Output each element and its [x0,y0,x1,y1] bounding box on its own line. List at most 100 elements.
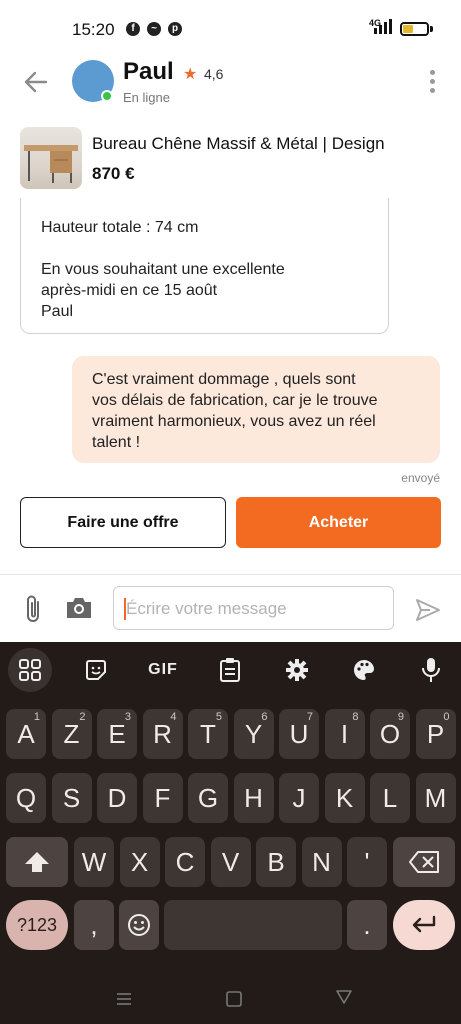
key-hint: 5 [215,711,222,723]
key-label: Z [63,718,80,749]
buy-button[interactable]: Acheter [236,497,441,548]
product-summary[interactable]: Bureau Chêne Massif & Métal | Design 870… [0,120,461,198]
paperclip-icon [27,595,39,622]
home-icon[interactable] [225,990,243,1008]
status-time: 15:20 [72,20,115,39]
shift-arrow-icon [25,852,49,872]
key-q[interactable]: Q [6,773,46,823]
key-apostrophe[interactable]: ' [347,837,387,887]
camera-button[interactable] [64,594,94,622]
key-f[interactable]: F [142,773,183,823]
back-button[interactable] [20,66,52,98]
key-b[interactable]: B [256,837,296,887]
battery-tip [430,26,433,32]
key-r[interactable]: R4 [142,709,183,759]
user-name[interactable]: Paul [123,58,174,86]
key-label: R [153,718,172,749]
key-s[interactable]: S [51,773,92,823]
more-options-button[interactable] [422,68,442,96]
key-t[interactable]: T5 [188,709,228,759]
key-c[interactable]: C [165,837,205,887]
send-button[interactable] [414,596,442,624]
message-line: Paul [41,303,74,320]
key-i[interactable]: I8 [324,709,365,759]
sticker-button[interactable] [74,650,118,690]
key-hint: 9 [397,711,404,723]
attach-button[interactable] [20,593,48,625]
key-label: Y [244,718,263,749]
message-composer: Écrire votre message [0,574,461,642]
key-n[interactable]: N [301,837,342,887]
message-line: vraiment harmonieux, vous avez un réel [92,413,376,430]
soft-keyboard: GIF A1Z2E3R4T5 Y 6 U 7 I 8 O 9 P 0 Q S D… [0,642,461,1024]
chat-header: Paul ★ 4,6 En ligne [0,58,461,120]
voice-input-button[interactable] [409,650,453,690]
backspace-key[interactable] [393,837,455,887]
symbols-key[interactable]: ?123 [6,900,68,950]
message-status: envoyé [401,471,440,485]
period-key[interactable]: . [347,900,387,950]
key-label: O [379,718,401,749]
message-line: talent ! [92,434,141,451]
key-label: U [289,718,309,749]
key-label: T [200,718,216,749]
key-d[interactable]: D [97,773,137,823]
key-p[interactable]: P0 [415,709,456,759]
make-offer-button[interactable]: Faire une offre [20,497,226,548]
send-icon [416,599,440,621]
comma-key[interactable]: , [74,900,114,950]
key-hint: 8 [352,711,359,723]
message-line: après-midi en ce 15 août [41,282,218,299]
key-e[interactable]: E3 [97,709,137,759]
gear-icon [286,659,308,681]
key-k[interactable]: K [324,773,365,823]
key-g[interactable]: G [188,773,228,823]
mic-icon [422,658,440,682]
enter-key[interactable] [393,900,455,950]
message-input[interactable]: Écrire votre message [113,586,394,630]
message-placeholder: Écrire votre message [126,599,287,618]
key-u[interactable]: U7 [279,709,319,759]
shift-key[interactable] [6,837,68,887]
key-m[interactable]: M [415,773,456,823]
keyboard-apps-button[interactable] [8,648,52,692]
back-triangle-icon[interactable] [335,988,353,1006]
key-z[interactable]: Z2 [51,709,92,759]
key-w[interactable]: W [74,837,114,887]
message-line: vos délais de fabrication, car je le tro… [92,392,378,409]
key-hint: 4 [170,711,177,723]
theme-button[interactable] [342,650,386,690]
key-hint: 2 [79,711,86,723]
product-title[interactable]: Bureau Chêne Massif & Métal | Design [92,134,385,154]
clipboard-icon [220,658,240,682]
key-o[interactable]: O9 [370,709,410,759]
message-line: En vous souhaitant une excellente [41,261,285,278]
gif-button[interactable]: GIF [141,650,185,690]
key-hint: 1 [33,711,40,723]
battery-icon [400,22,429,36]
key-label: I [340,718,349,749]
key-hint: 7 [306,711,313,723]
sticker-icon [86,660,106,680]
key-x[interactable]: X [119,837,160,887]
messenger-icon: ~ [147,22,161,36]
key-label: E [108,718,126,749]
product-thumbnail[interactable] [20,127,82,189]
key-j[interactable]: J [279,773,319,823]
keyboard-settings-button[interactable] [275,650,319,690]
menu-icon[interactable] [114,990,134,1008]
key-v[interactable]: V [210,837,251,887]
space-key[interactable] [164,900,342,950]
message-line: C'est vraiment dommage , quels sont [92,371,356,388]
message-sent: C'est vraiment dommage , quels sont vos … [72,356,440,463]
pinterest-icon: p [168,22,182,36]
clipboard-button[interactable] [208,650,252,690]
enter-arrow-icon [412,915,436,933]
message-line: Hauteur totale : 74 cm [41,219,199,236]
key-a[interactable]: A1 [6,709,46,759]
battery-level [403,25,413,33]
emoji-key[interactable] [119,900,159,950]
key-l[interactable]: L [370,773,410,823]
key-y[interactable]: Y6 [233,709,274,759]
key-h[interactable]: H [233,773,274,823]
